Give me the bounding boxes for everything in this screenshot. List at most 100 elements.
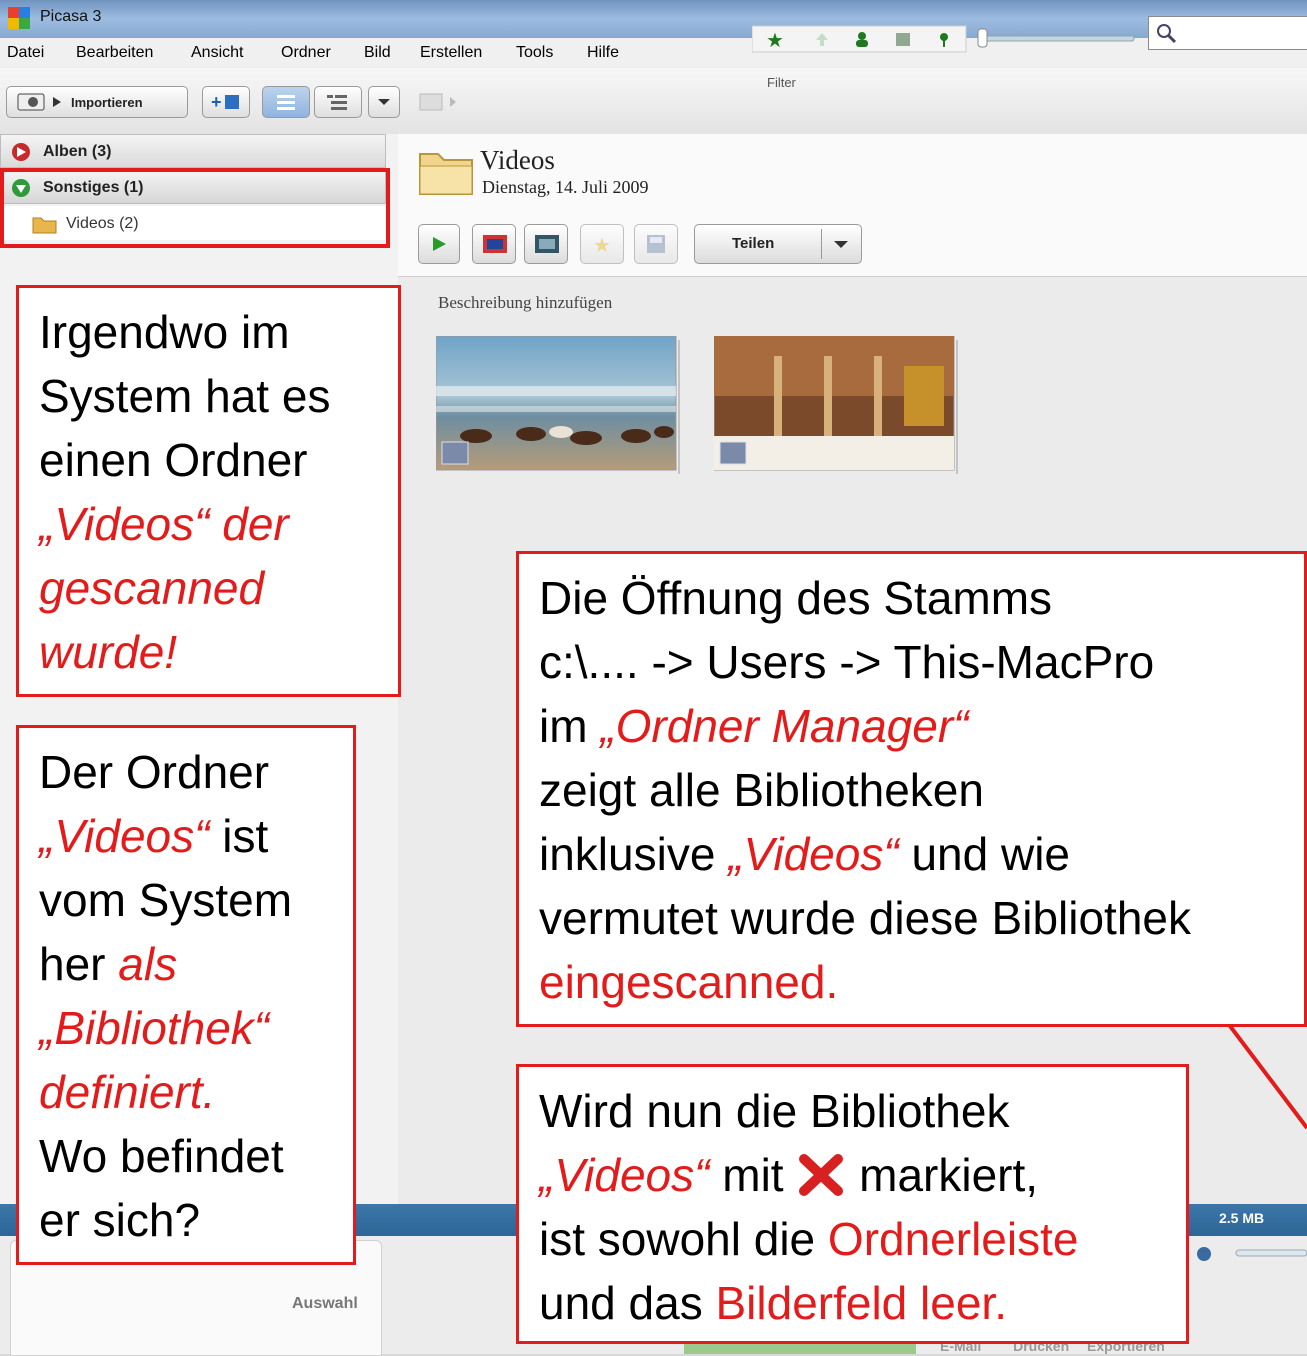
- share-label: Teilen: [732, 235, 775, 252]
- annotation-text: inklusive: [539, 828, 729, 880]
- annotation-line: er sich?: [39, 1194, 201, 1246]
- collage-icon: [483, 235, 507, 253]
- play-icon: [433, 237, 446, 251]
- annotation-emphasis: „Videos“: [728, 828, 899, 880]
- annotation-emphasis: „Videos“: [39, 810, 210, 862]
- annotation-text: und das: [539, 1277, 716, 1329]
- annotation-line: Irgendwo im: [39, 306, 290, 358]
- menu-hilfe[interactable]: Hilfe: [587, 44, 619, 62]
- view-options-dropdown[interactable]: [368, 86, 400, 118]
- annotation-emphasis: Bilderfeld leer.: [715, 1277, 1007, 1329]
- tree-view-button[interactable]: [314, 86, 362, 118]
- annotation-line: eingescanned.: [539, 956, 839, 1008]
- annotation-text: ist: [209, 810, 269, 862]
- annotation-emphasis: „Ordner Manager“: [600, 700, 969, 752]
- annotation-folder-scanned: Irgendwo im System hat es einen Ordner „…: [16, 285, 401, 697]
- chevron-down-icon: [378, 99, 390, 105]
- disk-icon: [647, 235, 665, 253]
- play-slideshow-button[interactable]: [418, 224, 460, 264]
- filter-label: Filter: [767, 75, 796, 90]
- annotation-line: und das Bilderfeld leer.: [539, 1271, 1186, 1335]
- annotation-line: „Bibliothek“: [39, 1002, 270, 1054]
- annotation-library-defined: Der Ordner „Videos“ ist vom System her a…: [16, 725, 356, 1265]
- star-icon: ★: [593, 233, 611, 257]
- annotation-text: her: [39, 938, 119, 990]
- annotation-emphasis: als: [118, 938, 178, 990]
- annotation-line: wurde!: [39, 626, 178, 678]
- annotation-line: Der Ordner: [39, 746, 270, 798]
- movie-button[interactable]: [524, 224, 568, 264]
- window-title: Picasa 3: [40, 8, 102, 25]
- annotation-line: vom System: [39, 874, 293, 926]
- annotation-text: und wie: [898, 828, 1071, 880]
- annotation-line: im „Ordner Manager“: [539, 694, 1304, 758]
- list-view-icon: [277, 95, 295, 110]
- menu-tools[interactable]: Tools: [516, 44, 553, 62]
- picasa-app-icon: [8, 7, 30, 29]
- star-button[interactable]: ★: [580, 224, 624, 264]
- selection-size: 2.5 MB: [1219, 1210, 1265, 1226]
- annotation-library-removed: Wird nun die Bibliothek „Videos“ mit mar…: [516, 1064, 1189, 1344]
- annotation-text: mit: [709, 1149, 797, 1201]
- annotation-line: „Videos“ der: [39, 498, 289, 550]
- menu-ordner[interactable]: Ordner: [281, 44, 331, 62]
- zoom-slider[interactable]: [1190, 1240, 1307, 1270]
- svg-text:★: ★: [766, 28, 784, 52]
- search-input[interactable]: [1148, 16, 1307, 50]
- menu-erstellen[interactable]: Erstellen: [420, 44, 482, 62]
- chevron-down-icon: [834, 241, 848, 248]
- camera-icon: [17, 93, 61, 111]
- album-date: Dienstag, 14. Juli 2009: [482, 177, 649, 197]
- tree-view-icon: [327, 95, 347, 110]
- upload-button[interactable]: [414, 88, 470, 116]
- annotation-line: ist sowohl die Ordnerleiste: [539, 1207, 1186, 1271]
- annotation-line: c:\.... -> Users -> This-MacPro: [539, 636, 1155, 688]
- annotation-text: ist sowohl die: [539, 1213, 828, 1265]
- annotation-folder-manager: Die Öffnung des Stamms c:\.... -> Users …: [516, 551, 1307, 1027]
- search-icon: [1157, 24, 1177, 44]
- menu-bild[interactable]: Bild: [364, 44, 391, 62]
- red-x-icon: [799, 1154, 844, 1196]
- save-button[interactable]: [634, 224, 678, 264]
- svg-text:★: ★: [593, 233, 611, 257]
- play-triangle-icon: [17, 147, 26, 157]
- add-description-link[interactable]: Beschreibung hinzufügen: [438, 293, 612, 313]
- annotation-text: im: [539, 700, 601, 752]
- add-to-album-button[interactable]: +: [202, 86, 250, 118]
- annotation-line: „Videos“ ist: [39, 804, 353, 868]
- filter-bar: ★: [752, 25, 1135, 53]
- album-folder-icon: [419, 153, 473, 195]
- upload-icon: [419, 93, 456, 111]
- video-thumbnail[interactable]: [436, 336, 680, 474]
- list-view-button[interactable]: [262, 86, 310, 118]
- annotation-emphasis: Ordnerleiste: [827, 1213, 1079, 1265]
- import-label: Importieren: [71, 95, 143, 110]
- video-thumbnail[interactable]: [714, 336, 958, 474]
- annotation-line: inklusive „Videos“ und wie: [539, 822, 1304, 886]
- menu-ansicht[interactable]: Ansicht: [191, 44, 243, 62]
- tray-label: Auswahl: [292, 1295, 358, 1312]
- annotation-emphasis: „Videos“: [539, 1149, 710, 1201]
- annotation-line: Die Öffnung des Stamms: [539, 572, 1053, 624]
- add-album-icon: +: [211, 92, 239, 112]
- annotation-line: System hat es: [39, 370, 331, 422]
- svg-text:+: +: [211, 92, 222, 112]
- menu-datei[interactable]: Datei: [7, 44, 44, 62]
- annotation-line: „Videos“ mit markiert,: [539, 1143, 1186, 1207]
- annotation-line: vermutet wurde diese Bibliothek: [539, 892, 1191, 944]
- filmstrip-icon: [535, 235, 559, 253]
- annotation-text: markiert,: [846, 1149, 1039, 1201]
- annotation-line: gescanned: [39, 562, 265, 614]
- tree-group-albums[interactable]: Alben (3): [0, 134, 386, 168]
- annotation-line: einen Ordner: [39, 434, 308, 486]
- share-button[interactable]: Teilen: [694, 224, 862, 264]
- menu-bearbeiten[interactable]: Bearbeiten: [76, 44, 153, 62]
- annotation-line: definiert.: [39, 1066, 216, 1118]
- tree-group-label: Alben (3): [43, 143, 112, 160]
- callout-pointer: [1228, 1024, 1307, 1130]
- annotation-line: Wird nun die Bibliothek: [539, 1085, 1010, 1137]
- album-title: Videos: [480, 145, 555, 175]
- highlight-frame: [0, 168, 390, 248]
- import-button[interactable]: Importieren: [6, 86, 188, 118]
- collage-button[interactable]: [472, 224, 516, 264]
